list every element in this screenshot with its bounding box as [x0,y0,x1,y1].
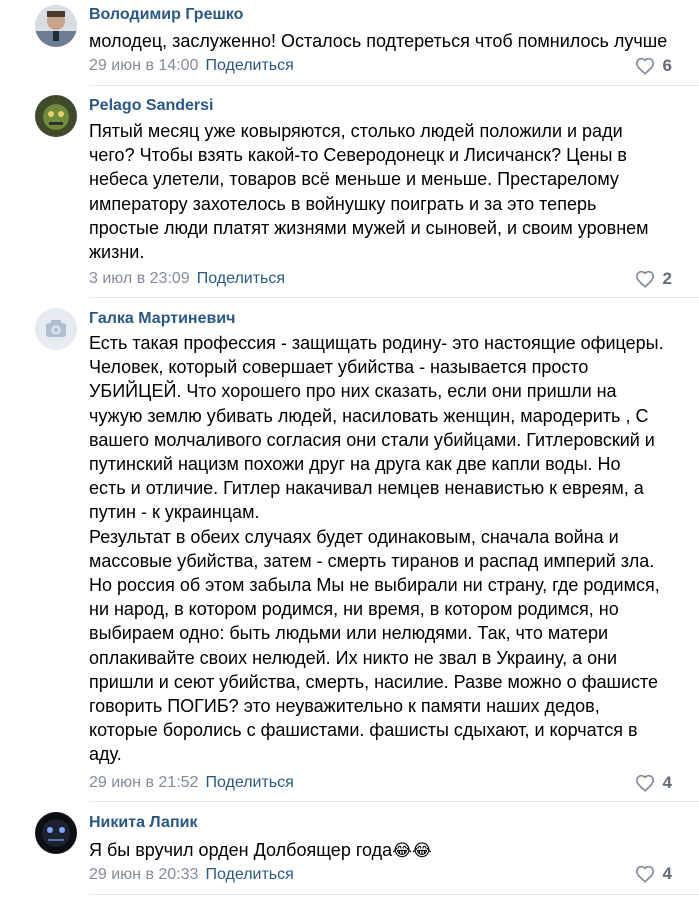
share-button[interactable]: Поделиться [205,774,293,791]
like-count: 4 [662,773,672,792]
comment-date[interactable]: 29 июн в 20:33 [89,866,198,883]
comment-text: Пятый месяц уже ковыряются, столько люде… [89,121,649,263]
like-button[interactable]: 4 [635,864,672,884]
comment-text-wrap: Я бы вручил орден Долбоящер года😂😂 [89,838,679,863]
avatar-photo-icon [35,5,77,47]
camera-icon [35,308,77,350]
comment-author[interactable]: Pelago Sandersi [89,97,214,115]
share-button[interactable]: Поделиться [197,270,285,287]
laugh-emoji: 😂😂 [392,841,432,860]
like-button[interactable]: 4 [635,773,672,793]
divider [89,801,699,802]
comment-meta: 29 июн в 21:52 Поделиться [89,774,294,792]
like-count: 6 [662,56,672,75]
comment-text: Я бы вручил орден Долбоящер года [89,840,393,860]
comment-text: Есть такая профессия - защищать родину- … [89,333,664,765]
comment-author[interactable]: Галка Мартиневич [89,310,235,328]
share-button[interactable]: Поделиться [205,57,293,74]
comment-author[interactable]: Володимир Грешко [89,6,243,24]
like-button[interactable]: 6 [635,56,672,76]
avatar-photo-icon [35,95,77,137]
comment-meta: 29 июн в 14:00 Поделиться [89,57,294,75]
like-count: 2 [662,269,672,288]
heart-icon [635,57,654,75]
like-count: 4 [662,864,672,883]
avatar-photo-icon [35,812,77,854]
avatar[interactable] [35,5,77,47]
comment-date[interactable]: 3 июл в 23:09 [89,270,190,287]
avatar[interactable] [35,95,77,137]
share-button[interactable]: Поделиться [205,866,293,883]
heart-icon [635,270,654,288]
heart-icon [635,865,654,883]
heart-icon [635,774,654,792]
divider [89,297,699,298]
like-button[interactable]: 2 [635,269,672,289]
comment-author[interactable]: Никита Лапик [89,814,197,832]
divider [89,894,699,895]
comment-date[interactable]: 29 июн в 14:00 [89,57,198,74]
divider [89,85,699,86]
avatar[interactable] [35,308,77,350]
comment-meta: 3 июл в 23:09 Поделиться [89,270,285,288]
comment-text: молодец, заслуженно! Осталось подтеретьс… [89,31,668,51]
comment-meta: 29 июн в 20:33 Поделиться [89,866,294,884]
comment-date[interactable]: 29 июн в 21:52 [89,774,198,791]
avatar[interactable] [35,812,77,854]
